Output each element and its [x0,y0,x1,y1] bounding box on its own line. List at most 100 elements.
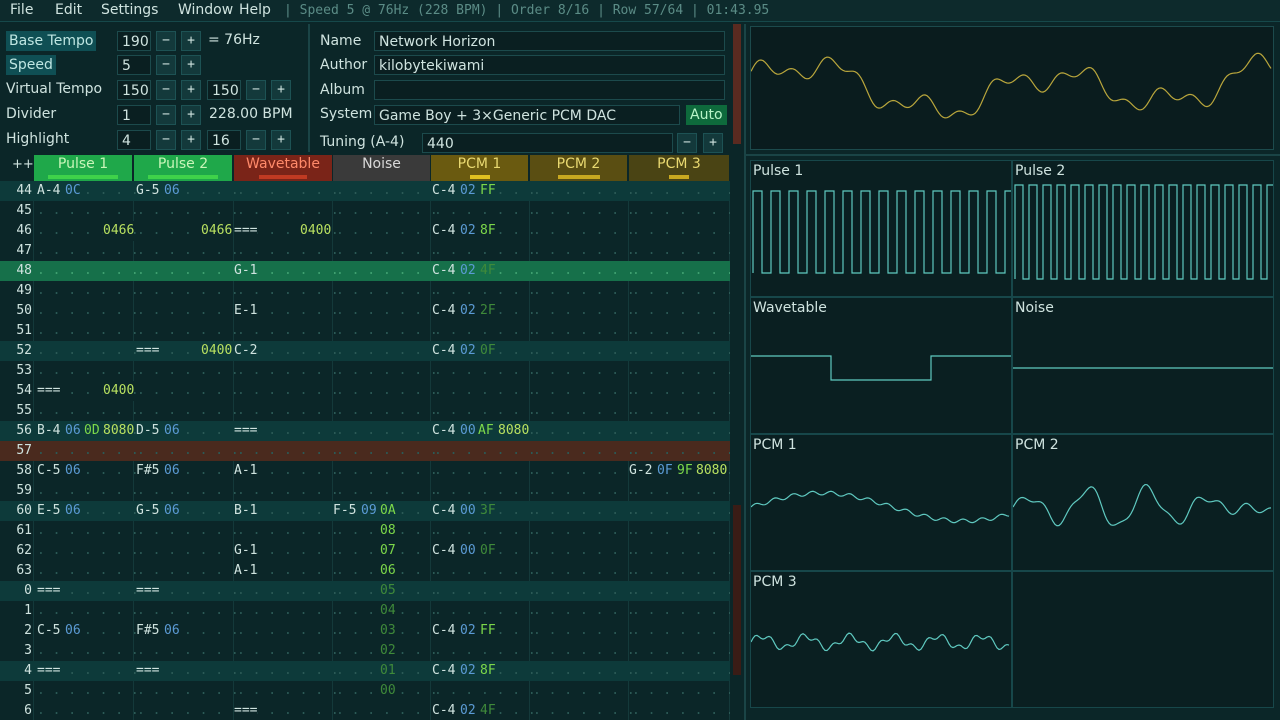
volume-cell[interactable]: FF [480,181,496,201]
note-cell[interactable]: C-4 [432,181,456,201]
volume-cell[interactable]: 02 [380,641,396,661]
pattern-row[interactable]: 3 . . . . . . . . . . . . . . . . . . . .… [0,641,730,661]
pattern-row[interactable]: 2 . . . . . . . . . . . . . . . . . . . .… [0,621,730,641]
note-cell[interactable]: A-1 [234,461,258,481]
instrument-cell[interactable]: 06 [164,621,180,641]
note-cell[interactable]: === [37,581,61,601]
note-cell[interactable]: C-4 [432,621,456,641]
instrument-cell[interactable]: 06 [164,501,180,521]
tuning-plus-button[interactable]: + [703,133,723,153]
speed-label[interactable]: Speed [6,55,56,75]
instrument-cell[interactable]: 06 [164,461,180,481]
volume-cell[interactable]: AF [478,421,494,441]
note-cell[interactable]: G-5 [136,501,160,521]
menu-settings[interactable]: Settings [101,2,158,18]
instrument-cell[interactable]: 02 [460,621,476,641]
tuning-minus-button[interactable]: − [677,133,697,153]
pattern-row[interactable]: 47 . . . . . . . . . . . . . . . . . . . … [0,241,730,261]
volume-cell[interactable]: 08 [380,521,396,541]
pattern-row[interactable]: 45 . . . . . . . . . . . . . . . . . . . … [0,201,730,221]
pattern-row[interactable]: 51 . . . . . . . . . . . . . . . . . . . … [0,321,730,341]
pattern-row[interactable]: 58 . . . . . . . . . . . . . . . . . . . … [0,461,730,481]
instrument-cell[interactable]: 02 [460,661,476,681]
pattern-row[interactable]: 44 . . . . . . . . . . . . . . . . . . . … [0,181,730,201]
channel-header-noise[interactable]: Noise [333,155,430,181]
note-cell[interactable]: C-4 [432,701,456,720]
pattern-row[interactable]: 53 . . . . . . . . . . . . . . . . . . . … [0,361,730,381]
note-cell[interactable]: === [136,341,160,361]
menu-window[interactable]: Window [178,2,233,18]
note-cell[interactable]: G-5 [136,181,160,201]
note-cell[interactable]: E-1 [234,301,258,321]
channel-header-pcm-1[interactable]: PCM 1 [431,155,528,181]
instrument-cell[interactable]: 00 [460,421,476,441]
pattern-row[interactable]: 57 . . . . . . . . . . . . . . . . . . . … [0,441,730,461]
note-cell[interactable]: === [37,661,61,681]
instrument-cell[interactable]: 0F [657,461,673,481]
volume-cell[interactable]: 06 [380,561,396,581]
base-tempo-field[interactable]: 190 [117,31,151,51]
panel-divider-vertical[interactable] [744,24,746,720]
effect-cell[interactable]: 8080 [103,421,135,441]
note-cell[interactable]: === [136,581,160,601]
pattern-row[interactable]: 59 . . . . . . . . . . . . . . . . . . . … [0,481,730,501]
note-cell[interactable]: B-1 [234,501,258,521]
instrument-cell[interactable]: 02 [460,341,476,361]
instrument-cell[interactable]: 00 [460,541,476,561]
channel-header-pcm-2[interactable]: PCM 2 [530,155,627,181]
base-tempo-label[interactable]: Base Tempo [6,31,97,51]
note-cell[interactable]: A-1 [234,561,258,581]
pattern-row[interactable]: 5 . . . . . . . . . . . . . . . . . . . .… [0,681,730,701]
pattern-row[interactable]: 50 . . . . . . . . . . . . . . . . . . . … [0,301,730,321]
pattern-row[interactable]: 6 . . . . . . . . . . . . . . . . . . . .… [0,701,730,720]
note-cell[interactable]: E-5 [37,501,61,521]
song-info-scrollbar[interactable] [733,24,741,144]
instrument-cell[interactable]: 06 [65,421,81,441]
instrument-cell[interactable]: 02 [460,701,476,720]
pattern-scrollbar[interactable] [733,160,741,720]
note-cell[interactable]: F-5 [333,501,357,521]
highlight-a-plus-button[interactable]: + [181,130,201,150]
note-cell[interactable]: C-4 [432,661,456,681]
song-name-input[interactable]: Network Horizon [374,31,725,51]
virtual-tempo-num-minus-button[interactable]: − [156,80,176,100]
menu-file[interactable]: File [10,2,33,18]
divider-minus-button[interactable]: − [156,105,176,125]
pattern-row[interactable]: 1 . . . . . . . . . . . . . . . . . . . .… [0,601,730,621]
volume-cell[interactable]: 07 [380,541,396,561]
volume-cell[interactable]: 05 [380,581,396,601]
pattern-row[interactable]: 54 . . . . . . . . . . . . . . . . . . . … [0,381,730,401]
song-album-input[interactable] [374,80,725,100]
pattern-row[interactable]: 4 . . . . . . . . . . . . . . . . . . . .… [0,661,730,681]
volume-cell[interactable]: 03 [380,621,396,641]
note-cell[interactable]: D-5 [136,421,160,441]
instrument-cell[interactable]: 00 [460,501,476,521]
effect-cell[interactable]: 0466 [201,221,233,241]
note-cell[interactable]: C-4 [432,341,456,361]
base-tempo-plus-button[interactable]: + [181,31,201,51]
highlight-b-plus-button[interactable]: + [271,130,291,150]
instrument-cell[interactable]: 02 [460,301,476,321]
note-cell[interactable]: F#5 [136,461,160,481]
effect-cell[interactable]: 0400 [103,381,135,401]
highlight-b-field[interactable]: 16 [207,130,241,150]
instrument-cell[interactable]: 06 [65,501,81,521]
virtual-tempo-den-plus-button[interactable]: + [271,80,291,100]
pattern-row[interactable]: 60. . . . . . . . . . . . . . . . . . . … [0,501,730,521]
pattern-row[interactable]: 48 . . . . . . . . . . . . . . . . . . . … [0,261,730,281]
panel-divider[interactable] [308,24,310,152]
song-author-input[interactable]: kilobytekiwami [374,55,725,75]
volume-cell[interactable]: 8F [480,221,496,241]
note-cell[interactable]: === [136,661,160,681]
note-cell[interactable]: G-1 [234,261,258,281]
menu-help[interactable]: Help [239,2,271,18]
menu-edit[interactable]: Edit [55,2,82,18]
tuning-field[interactable]: 440 [422,133,673,153]
volume-cell[interactable]: 00 [380,681,396,701]
virtual-tempo-num-plus-button[interactable]: + [181,80,201,100]
instrument-cell[interactable]: 02 [460,221,476,241]
volume-cell[interactable]: 4F [480,701,496,720]
virtual-tempo-num-field[interactable]: 150 [117,80,151,100]
note-cell[interactable]: C-4 [432,261,456,281]
pattern-row[interactable]: 46 . . . . . . . . . . . . . . . . . . . … [0,221,730,241]
